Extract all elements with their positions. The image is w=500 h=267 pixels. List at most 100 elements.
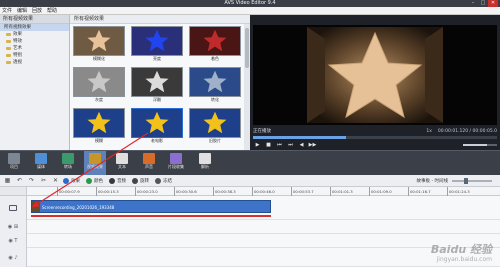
star-icon: [132, 27, 182, 55]
star-icon: [190, 109, 240, 137]
seek-bar[interactable]: [253, 136, 497, 139]
timeline-view-controls: 故事板 - 时间线: [417, 177, 496, 184]
effect-thumbnail[interactable]: 老电影: [131, 108, 183, 146]
effect-thumbnail[interactable]: 转化: [189, 67, 241, 105]
star-icon: [190, 27, 240, 55]
text-track[interactable]: [27, 234, 500, 248]
effect-track[interactable]: [27, 220, 500, 234]
toolbar-item-label: 媒体: [37, 164, 45, 169]
timeline-tracks: Screenrecording_20201026_193348 ◉ ⊞ ◉ T …: [0, 196, 500, 267]
video-track-icon: [9, 205, 17, 211]
effect-preview: [131, 67, 183, 97]
ruler-tick-label: 00:00:30.6: [174, 187, 197, 196]
undo-icon[interactable]: ↶: [15, 176, 24, 185]
folder-icon: [6, 46, 11, 51]
effect-thumbnail[interactable]: 亮度: [131, 26, 183, 64]
timeline-edit-button[interactable]: 音频: [109, 177, 126, 184]
clip-thumbnail: [32, 201, 40, 212]
timeline-edit-button[interactable]: 效果: [63, 177, 80, 184]
stop-icon[interactable]: ■: [264, 141, 273, 149]
effects-gallery: 所有视频效果 模糊化 亮度 着色 灰度 浮雕 转化 模糊 老电影 旧胶片: [70, 15, 250, 150]
play-icon[interactable]: ▶: [253, 141, 262, 149]
toolbar-item[interactable]: 媒体: [30, 151, 52, 175]
star-icon: [190, 68, 240, 96]
timeline-button-label: 旋转: [140, 178, 149, 184]
sidebar-item-label: 特效: [13, 39, 22, 44]
effect-label: 着色: [211, 56, 219, 61]
preview-info: 正在播放 1x 00:00:01.120 / 00:00:05.0: [253, 127, 497, 135]
video-clip[interactable]: Screenrecording_20201026_193348: [31, 200, 271, 213]
effect-thumbnail[interactable]: 模糊化: [73, 26, 125, 64]
menu-help[interactable]: 帮助: [47, 7, 57, 14]
redo-icon[interactable]: ↷: [27, 176, 36, 185]
effect-thumbnail[interactable]: 灰度: [73, 67, 125, 105]
toolbar-item[interactable]: 文本: [111, 151, 133, 175]
sidebar-item-all-effects[interactable]: 所有视频效果: [0, 24, 69, 31]
audio-track[interactable]: [27, 248, 500, 267]
playback-speed[interactable]: 1x: [426, 129, 432, 134]
watermark-url: jingyan.baidu.com: [436, 256, 492, 263]
zoom-slider[interactable]: [452, 177, 492, 184]
toolbar-item-label: 文本: [118, 164, 126, 169]
timeline-edit-buttons: 效果 颜色 音频 旋转 冻结: [63, 177, 178, 184]
effect-preview: [73, 67, 125, 97]
effect-track-header: ◉ ⊞: [0, 220, 27, 234]
toolbar-item-label: 解析: [201, 164, 209, 169]
effect-label: 模糊化: [93, 56, 105, 61]
volume-slider[interactable]: [463, 143, 497, 146]
menu-edit[interactable]: 编辑: [17, 7, 27, 14]
ruler-tick-label: 00:00:15.3: [96, 187, 119, 196]
video-track[interactable]: Screenrecording_20201026_193348: [27, 196, 500, 220]
folder-icon: [6, 39, 11, 44]
timeline-edit-button[interactable]: 冻结: [155, 177, 172, 184]
toolbar-item[interactable]: 视频效果: [84, 151, 106, 175]
close-button[interactable]: ✕: [488, 0, 498, 7]
toolbar-item[interactable]: 声音: [138, 151, 160, 175]
ruler-tick-label: 00:00:23.0: [135, 187, 158, 196]
effect-thumbnail[interactable]: 旧胶片: [189, 108, 241, 146]
toolbar-item[interactable]: 转场: [57, 151, 79, 175]
effect-preview: [189, 108, 241, 138]
scrollbar-thumb[interactable]: [245, 28, 249, 68]
ruler-header: [0, 187, 27, 196]
preview-video: [253, 25, 497, 125]
sidebar-item-art[interactable]: 艺术: [0, 45, 69, 52]
effect-thumbnail[interactable]: 模糊: [73, 108, 125, 146]
minimize-button[interactable]: –: [468, 0, 478, 7]
sidebar-item-special-effects[interactable]: 特效: [0, 38, 69, 45]
timeline-edit-button[interactable]: 旋转: [132, 177, 149, 184]
maximize-button[interactable]: □: [478, 0, 488, 7]
toolbar-item[interactable]: 片段收集: [165, 151, 187, 175]
toolbar-item[interactable]: 项目: [3, 151, 25, 175]
effect-track-line[interactable]: [31, 215, 271, 217]
toolbar-item-label: 转场: [64, 164, 72, 169]
effect-label: 浮雕: [153, 97, 161, 102]
delete-icon[interactable]: ✕: [51, 176, 60, 185]
effect-preview: [73, 108, 125, 138]
menu-file[interactable]: 文件: [2, 7, 12, 14]
prev-frame-icon[interactable]: ⏮: [275, 141, 284, 149]
zoom-knob[interactable]: [464, 177, 468, 184]
sidebar-item-effects[interactable]: 效果: [0, 31, 69, 38]
folder-icon: [6, 32, 11, 37]
sidebar-item-special[interactable]: 特别: [0, 52, 69, 59]
sidebar-item-label: 效果: [13, 32, 22, 37]
fast-forward-icon[interactable]: ▶▶: [308, 141, 317, 149]
storyboard-timeline-toggle[interactable]: 故事板 - 时间线: [417, 178, 448, 184]
cut-icon[interactable]: ✂: [39, 176, 48, 185]
next-frame-icon[interactable]: ⏭: [286, 141, 295, 149]
sidebar-item-perspective[interactable]: 透视: [0, 59, 69, 66]
effect-thumbnail[interactable]: 浮雕: [131, 67, 183, 105]
toolbar-item-label: 项目: [10, 164, 18, 169]
toolbar-item[interactable]: 解析: [192, 151, 218, 175]
playback-state: 正在播放: [253, 129, 271, 134]
ruler-tick-label: 00:01:16.7: [408, 187, 431, 196]
menu-playback[interactable]: 回放: [32, 7, 42, 14]
rewind-icon[interactable]: ◀: [297, 141, 306, 149]
timeline-ruler[interactable]: 00:00:07.9 00:00:15.3 00:00:23.0 00:00:30.6…: [27, 187, 500, 196]
timeline-edit-button[interactable]: 颜色: [86, 177, 103, 184]
sidebar-header: 所有视频效果: [0, 15, 69, 24]
storyboard-toggle-icon[interactable]: ▦: [3, 176, 12, 185]
effect-thumbnail[interactable]: 着色: [189, 26, 241, 64]
main-toolbar: 项目 媒体 转场 视频效果 文本 声音 片段收集 解析: [0, 150, 500, 175]
